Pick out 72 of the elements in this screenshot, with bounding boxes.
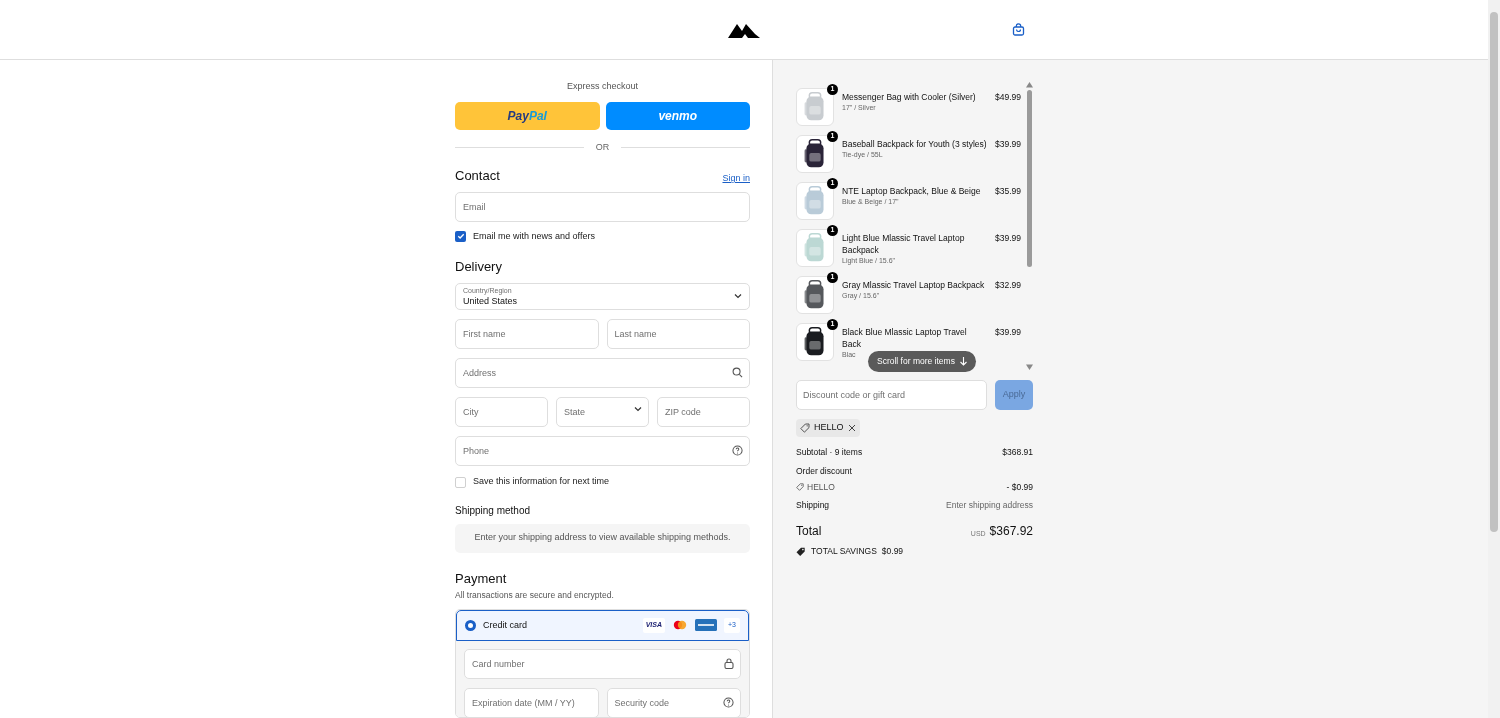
section-heading: Delivery bbox=[455, 258, 503, 276]
input-field[interactable]: Address bbox=[455, 358, 750, 389]
product-name: Baseball Backpack for Youth (3 styles) bbox=[842, 138, 987, 150]
input-field[interactable]: Phone bbox=[455, 436, 750, 467]
input-field[interactable]: City bbox=[455, 397, 548, 428]
help-icon[interactable] bbox=[723, 696, 734, 708]
product-name: Messenger Bag with Cooler (Silver) bbox=[842, 91, 976, 103]
checkbox-label: Save this information for next time bbox=[473, 475, 610, 489]
section-subtitle: All transactions are secure and encrypted. bbox=[455, 589, 615, 602]
paypal-button[interactable]: PayPal bbox=[455, 101, 600, 130]
summary-label: Order discount bbox=[796, 464, 853, 478]
total-value: $367.92 bbox=[989, 523, 1033, 540]
venmo-button[interactable]: venmo bbox=[605, 101, 750, 130]
tag-icon bbox=[800, 423, 810, 433]
summary-value: $368.91 bbox=[1002, 446, 1033, 459]
section-heading: Shipping method bbox=[455, 503, 532, 518]
product-name: Black Blue Mlassic Laptop Travel Back bbox=[842, 326, 968, 350]
radio-button[interactable] bbox=[465, 619, 476, 631]
summary-label: Subtotal · 9 items bbox=[796, 446, 863, 459]
product-price: $39.99 bbox=[995, 232, 1021, 245]
input-field[interactable]: Card number bbox=[464, 648, 741, 679]
chevron-icon bbox=[634, 406, 642, 413]
divider-label: OR bbox=[595, 140, 610, 154]
help-icon[interactable] bbox=[732, 445, 743, 457]
page-scrollbar[interactable] bbox=[1488, 0, 1500, 718]
state-select[interactable]: State bbox=[556, 397, 649, 428]
section-title: Express checkout bbox=[565, 80, 639, 93]
chevron-icon bbox=[734, 293, 742, 300]
tag-icon bbox=[796, 482, 804, 491]
scroll-up-icon[interactable] bbox=[1025, 82, 1033, 88]
product-price: $49.99 bbox=[995, 91, 1021, 104]
input-field[interactable]: Email bbox=[455, 191, 750, 222]
section-heading: Payment bbox=[455, 569, 508, 588]
checkbox-label: Email me with news and offers bbox=[473, 229, 595, 243]
product-price: $35.99 bbox=[995, 185, 1021, 198]
close-icon[interactable] bbox=[847, 424, 856, 432]
shopping-bag-icon[interactable] bbox=[1012, 23, 1025, 36]
input-field[interactable]: Security code bbox=[606, 687, 741, 717]
arrow-down-icon bbox=[959, 357, 967, 366]
option-label: Credit card bbox=[483, 618, 528, 632]
summary-value: - $0.99 bbox=[1006, 480, 1033, 494]
sign-in-link[interactable]: Sign in bbox=[722, 172, 750, 186]
savings-label: TOTAL SAVINGS bbox=[811, 545, 877, 558]
amex-icon bbox=[695, 619, 717, 632]
product-name: Light Blue Mlassic Travel Laptop Backpack bbox=[842, 232, 966, 256]
scroll-hint-button[interactable]: Scroll for more items bbox=[868, 351, 976, 372]
section-heading: Contact bbox=[455, 167, 500, 185]
scrollbar[interactable] bbox=[1025, 82, 1033, 370]
input-field[interactable]: Last name bbox=[606, 319, 750, 350]
input-field[interactable]: First name bbox=[455, 319, 599, 350]
product-price: $39.99 bbox=[995, 138, 1021, 151]
lock-icon bbox=[724, 657, 734, 669]
product-price: $32.99 bbox=[995, 279, 1021, 292]
code-label: HELLO bbox=[807, 480, 835, 494]
scroll-down-icon[interactable] bbox=[1025, 364, 1033, 370]
product-name: Gray Mlassic Travel Laptop Backpack bbox=[842, 279, 985, 291]
summary-label: Shipping bbox=[796, 499, 830, 512]
product-name: NTE Laptop Backpack, Blue & Beige bbox=[842, 185, 981, 197]
savings-value: $0.99 bbox=[881, 545, 904, 558]
code-label: HELLO bbox=[814, 421, 844, 435]
savings-icon bbox=[796, 546, 806, 556]
product-price: $39.99 bbox=[995, 326, 1021, 339]
input-field[interactable]: ZIP code bbox=[657, 397, 750, 428]
total-label: Total bbox=[796, 523, 822, 540]
mastercard-icon bbox=[672, 620, 688, 631]
field-value: United States bbox=[463, 296, 518, 308]
input-field[interactable]: Expiration date (MM / YY) bbox=[464, 687, 599, 717]
summary-value: Enter shipping address bbox=[946, 499, 1033, 512]
shipping-notice: Enter your shipping address to view available shipping methods. bbox=[455, 523, 750, 553]
checkbox[interactable] bbox=[455, 230, 466, 242]
search-icon bbox=[732, 367, 743, 379]
checkbox[interactable] bbox=[455, 476, 466, 488]
